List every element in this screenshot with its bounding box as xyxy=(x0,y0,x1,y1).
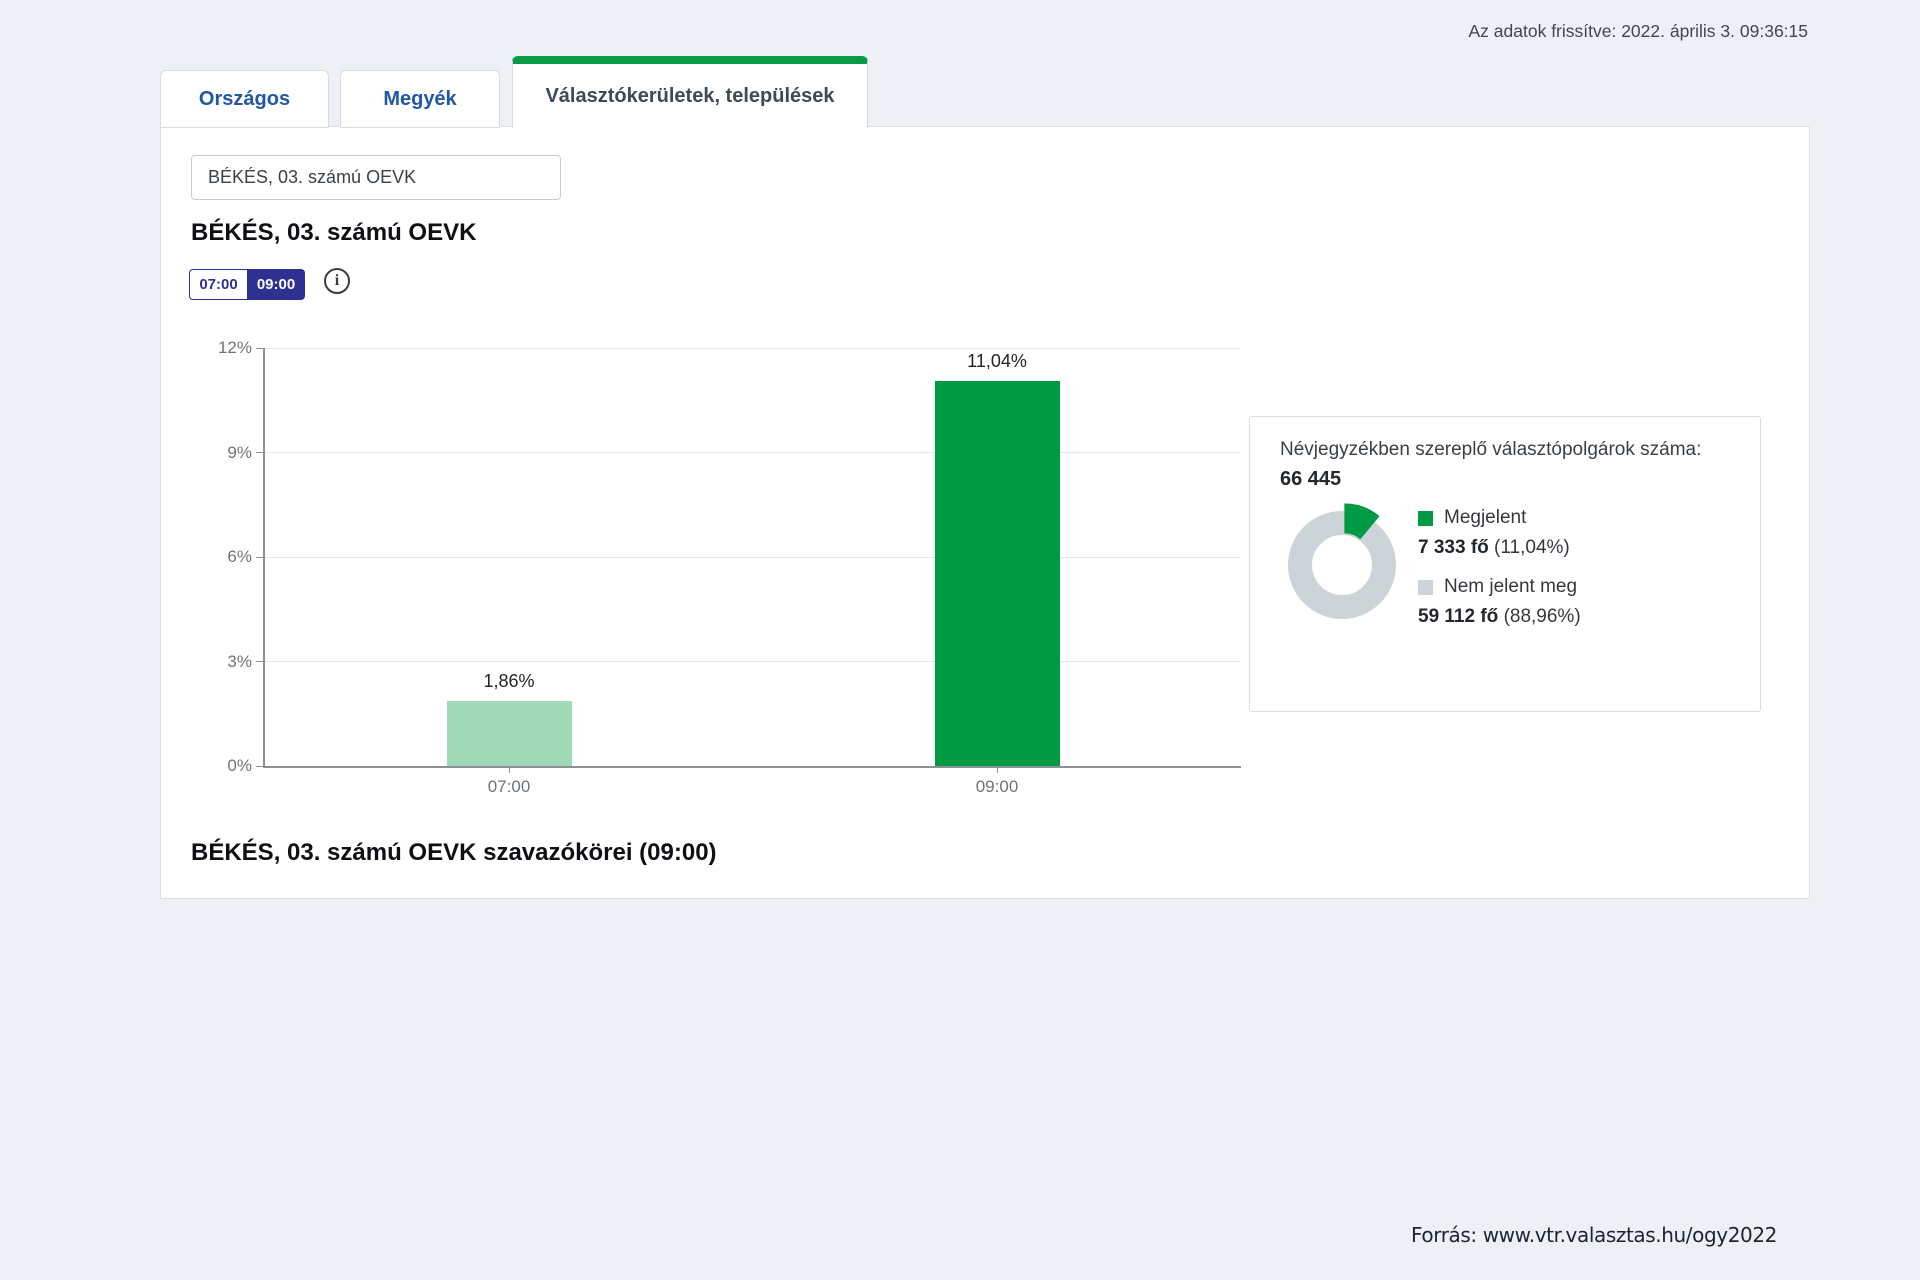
time-toggle-0700-button[interactable]: 07:00 xyxy=(189,269,247,300)
tab-valasztokeruletek-telepulesek[interactable]: Választókerületek, települések xyxy=(512,56,868,128)
y-tick xyxy=(256,557,263,558)
info-icon[interactable]: i xyxy=(324,268,350,294)
legend-value: 7 333 fő xyxy=(1418,537,1489,558)
legend-swatch-megjelent xyxy=(1418,511,1433,526)
page-title: BÉKÉS, 03. számú OEVK xyxy=(191,217,476,249)
precincts-section-title: BÉKÉS, 03. számú OEVK szavazókörei (09:0… xyxy=(191,839,717,867)
y-tick-label: 12% xyxy=(218,338,252,358)
bar-0900[interactable] xyxy=(935,381,1060,766)
bar-value-label: 1,86% xyxy=(483,671,534,692)
data-updated-timestamp: Az adatok frissítve: 2022. április 3. 09… xyxy=(1469,21,1809,42)
donut-ring-nem-jelent-meg[interactable] xyxy=(1300,523,1384,607)
source-caption: Forrás: www.vtr.valasztas.hu/ogy2022 xyxy=(1411,1223,1777,1247)
voters-summary-panel: Névjegyzékben szereplő választópolgárok … xyxy=(1249,416,1761,712)
x-tick xyxy=(997,768,998,773)
y-tick-label: 9% xyxy=(227,443,252,463)
legend-item-megjelent: Megjelent 7 333 fő (11,04%) xyxy=(1418,507,1581,559)
y-tick xyxy=(256,766,263,767)
y-gridline xyxy=(265,661,1241,662)
turnout-donut-chart xyxy=(1280,503,1404,627)
tab-orszagos[interactable]: Országos xyxy=(160,70,329,128)
voters-panel-title: Névjegyzékben szereplő választópolgárok … xyxy=(1280,439,1730,461)
legend-pct: (88,96%) xyxy=(1504,606,1581,627)
tab-label: Választókerületek, települések xyxy=(545,85,834,108)
y-tick xyxy=(256,452,263,453)
tab-megyek[interactable]: Megyék xyxy=(340,70,500,128)
x-tick-label: 07:00 xyxy=(488,777,531,797)
y-gridline xyxy=(265,557,1241,558)
legend-label: Nem jelent meg xyxy=(1444,576,1577,598)
time-toggle-0900-button[interactable]: 09:00 xyxy=(247,269,305,300)
voters-total: 66 445 xyxy=(1280,468,1730,491)
donut-legend: Megjelent 7 333 fő (11,04%) Nem jelent m… xyxy=(1418,507,1581,628)
legend-item-nem-jelent-meg: Nem jelent meg 59 112 fő (88,96%) xyxy=(1418,576,1581,628)
legend-value: 59 112 fő xyxy=(1418,606,1498,627)
legend-label: Megjelent xyxy=(1444,507,1526,529)
y-gridline xyxy=(265,452,1241,453)
y-tick xyxy=(256,661,263,662)
x-tick xyxy=(509,768,510,773)
tab-label: Megyék xyxy=(383,88,456,111)
tab-label: Országos xyxy=(199,88,290,111)
y-tick-label: 6% xyxy=(227,547,252,567)
district-selector-input[interactable] xyxy=(191,155,561,200)
y-gridline xyxy=(265,348,1241,349)
turnout-bar-chart: 0%3%6%9%12%1,86%07:0011,04%09:00 xyxy=(263,348,1241,768)
y-tick-label: 3% xyxy=(227,652,252,672)
legend-swatch-nem-jelent-meg xyxy=(1418,580,1433,595)
x-tick-label: 09:00 xyxy=(976,777,1019,797)
y-tick-label: 0% xyxy=(227,756,252,776)
bar-0700[interactable] xyxy=(447,701,572,766)
y-tick xyxy=(256,348,263,349)
time-toggle: 07:00 09:00 xyxy=(189,269,305,300)
bar-value-label: 11,04% xyxy=(967,351,1027,372)
content-card: BÉKÉS, 03. számú OEVK 07:00 09:00 i 0%3%… xyxy=(160,126,1810,899)
legend-pct: (11,04%) xyxy=(1494,537,1570,558)
